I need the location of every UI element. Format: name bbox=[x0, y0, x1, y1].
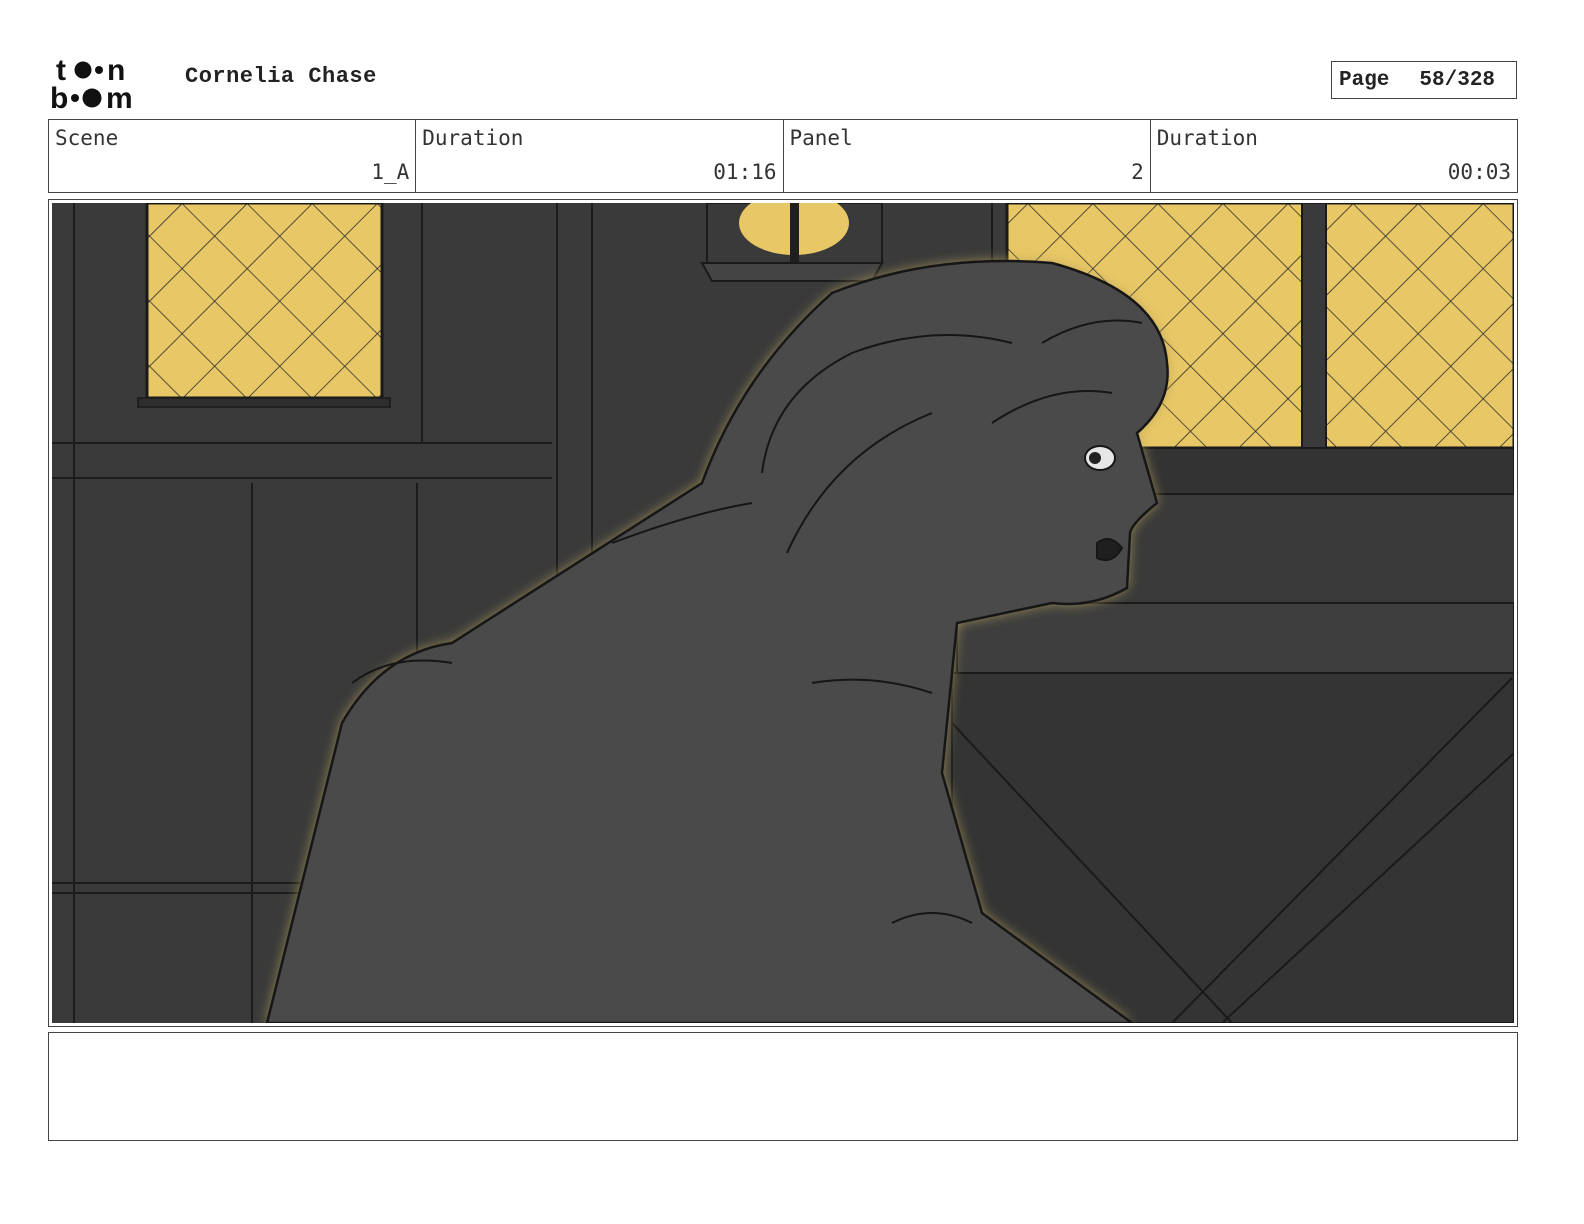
project-title: Cornelia Chase bbox=[185, 64, 377, 89]
panel-duration-cell: Duration 00:03 bbox=[1151, 120, 1517, 192]
page-indicator: Page 58/328 bbox=[1331, 61, 1517, 99]
lantern bbox=[700, 203, 884, 282]
page-label: Page bbox=[1339, 68, 1390, 92]
scene-value: 1_A bbox=[371, 160, 410, 184]
panel-illustration bbox=[52, 203, 1514, 1023]
notes-box bbox=[48, 1032, 1518, 1141]
scene-cell: Scene 1_A bbox=[49, 120, 417, 192]
svg-text:b: b bbox=[50, 82, 68, 110]
panel-duration-label: Duration bbox=[1156, 126, 1258, 150]
panel-cell: Panel 2 bbox=[784, 120, 1151, 192]
panel-label: Panel bbox=[789, 126, 853, 150]
scene-label: Scene bbox=[55, 126, 119, 150]
toon-boom-logo: t n b m bbox=[50, 54, 133, 110]
svg-text:m: m bbox=[106, 82, 133, 110]
scene-info-table: Scene 1_A Duration 01:16 Panel 2 Duratio… bbox=[48, 119, 1518, 193]
page-number: 58/328 bbox=[1419, 68, 1496, 92]
left-window bbox=[145, 203, 384, 400]
scene-duration-label: Duration bbox=[422, 126, 524, 150]
scene-duration-cell: Duration 01:16 bbox=[416, 120, 784, 192]
panel-value: 2 bbox=[1131, 160, 1144, 184]
panel-duration-value: 00:03 bbox=[1447, 160, 1511, 184]
scene-duration-value: 01:16 bbox=[713, 160, 777, 184]
storyboard-panel bbox=[48, 199, 1518, 1027]
